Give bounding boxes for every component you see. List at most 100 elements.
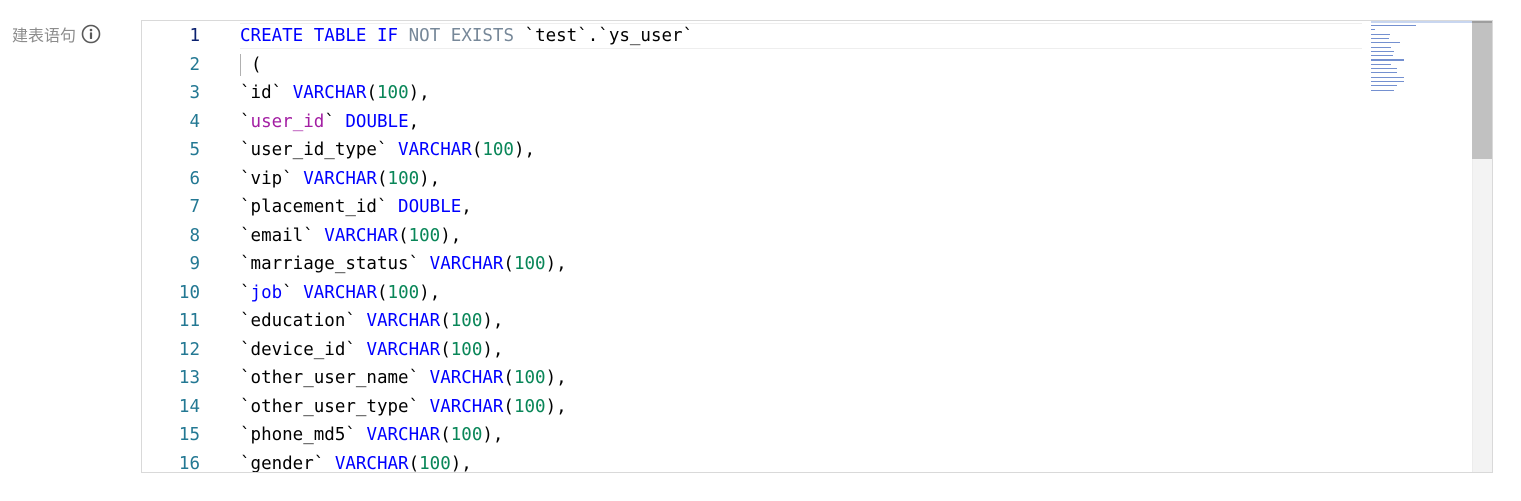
- code-token: ),: [545, 254, 567, 274]
- code-token: (: [440, 339, 451, 360]
- code-token: 100: [513, 368, 546, 388]
- code-line[interactable]: `marriage_status` VARCHAR(100),: [240, 250, 567, 279]
- code-line[interactable]: `device_id` VARCHAR(100),: [240, 336, 503, 365]
- minimap-line: [1371, 42, 1401, 44]
- code-token: ),: [545, 368, 567, 388]
- code-line[interactable]: `user_id` DOUBLE,: [240, 108, 419, 137]
- indent-guide: [240, 53, 241, 76]
- code-token: ),: [450, 453, 472, 473]
- code-line[interactable]: CREATE TABLE IF NOT EXISTS `test`.`ys_us…: [240, 22, 693, 51]
- minimap-line: [1371, 89, 1395, 91]
- minimap-line: [1371, 85, 1398, 87]
- code-token: `email`: [240, 225, 325, 246]
- code-token: `phone_md5`: [240, 425, 367, 445]
- code-token: 100: [482, 140, 514, 160]
- code-token: (: [503, 254, 514, 274]
- code-token: `other_user_type`: [240, 396, 430, 417]
- code-token: 100: [450, 339, 483, 360]
- line-number: 2: [189, 54, 200, 75]
- line-number: 11: [178, 311, 200, 331]
- line-number: 10: [178, 282, 200, 303]
- ddl-field-label: 建表语句: [12, 22, 101, 46]
- code-line[interactable]: `vip` VARCHAR(100),: [240, 165, 440, 194]
- code-line[interactable]: `education` VARCHAR(100),: [240, 307, 503, 336]
- line-number: 5: [189, 140, 200, 160]
- line-number: 9: [189, 254, 200, 274]
- code-token: `: [324, 111, 346, 132]
- minimap-line: [1371, 29, 1375, 31]
- code-token: 100: [513, 254, 546, 274]
- info-circle-icon[interactable]: [81, 24, 101, 44]
- code-token: ),: [440, 225, 462, 246]
- code-token: VARCHAR: [398, 140, 472, 160]
- code-token: CREATE: [240, 26, 304, 46]
- code-line[interactable]: `email` VARCHAR(100),: [240, 222, 461, 251]
- minimap-slider[interactable]: [1371, 21, 1473, 23]
- code-token: (: [376, 168, 388, 189]
- line-number: 4: [189, 111, 200, 132]
- code-token: `user_id_type`: [240, 140, 399, 160]
- code-token: 100: [419, 453, 451, 473]
- code-line[interactable]: `user_id_type` VARCHAR(100),: [240, 136, 535, 165]
- code-token: `test`.`ys_user`: [514, 26, 694, 46]
- code-token: 100: [513, 396, 546, 417]
- sql-code-editor[interactable]: 1 2 3 4 5 6 7 8 9 10 11 12 13 14 15 16 CREATE TABLE IF …: [141, 20, 1493, 473]
- code-token: ),: [408, 83, 430, 103]
- minimap-line: [1371, 25, 1417, 27]
- code-line[interactable]: `placement_id` DOUBLE,: [240, 193, 472, 222]
- minimap-line: [1371, 72, 1398, 74]
- code-token: (: [408, 453, 420, 473]
- line-number: 12: [178, 339, 200, 360]
- code-token: VARCHAR: [429, 254, 504, 274]
- line-number: 14: [178, 396, 200, 417]
- code-token: ),: [419, 168, 441, 189]
- code-text-area[interactable]: CREATE TABLE IF NOT EXISTS `test`.`ys_us…: [240, 21, 1362, 472]
- minimap-line: [1371, 59, 1404, 61]
- code-token: ),: [482, 339, 504, 360]
- code-token: IF: [377, 26, 399, 46]
- code-token: VARCHAR: [334, 453, 409, 473]
- minimap-line: [1371, 80, 1404, 83]
- code-line[interactable]: `other_user_name` VARCHAR(100),: [240, 364, 567, 393]
- code-token: 100: [408, 225, 441, 246]
- code-token: (: [398, 225, 409, 246]
- line-number: 3: [189, 83, 200, 103]
- code-token: `id`: [240, 83, 293, 103]
- code-token: (: [366, 83, 377, 103]
- code-token: VARCHAR: [429, 368, 504, 388]
- code-token: `gender`: [240, 453, 335, 473]
- code-token: VARCHAR: [366, 339, 441, 360]
- code-token: 100: [450, 311, 483, 331]
- scrollbar-thumb[interactable]: [1472, 23, 1492, 159]
- code-token: NOT: [408, 26, 441, 46]
- minimap-line: [1371, 76, 1404, 78]
- code-token: (: [503, 396, 514, 417]
- code-line[interactable]: `id` VARCHAR(100),: [240, 79, 430, 108]
- editor-minimap[interactable]: [1371, 21, 1473, 472]
- minimap-line: [1371, 55, 1394, 57]
- code-token: DOUBLE: [398, 197, 462, 217]
- code-token: `: [240, 111, 251, 132]
- vertical-scrollbar[interactable]: [1472, 21, 1492, 472]
- code-token: (: [377, 282, 388, 303]
- code-token: (: [440, 311, 451, 331]
- code-token: 100: [450, 425, 483, 445]
- code-line[interactable]: `gender` VARCHAR(100),: [240, 450, 472, 473]
- code-line[interactable]: (: [240, 51, 262, 80]
- code-token: (: [440, 425, 451, 445]
- code-token: 100: [387, 168, 420, 189]
- code-line[interactable]: `other_user_type` VARCHAR(100),: [240, 393, 567, 422]
- code-token: ),: [482, 311, 504, 331]
- code-token: ),: [545, 396, 567, 417]
- code-line[interactable]: `job` VARCHAR(100),: [240, 279, 440, 308]
- code-token: VARCHAR: [292, 83, 367, 103]
- ddl-label-text: 建表语句: [12, 26, 77, 45]
- code-token: VARCHAR: [429, 396, 504, 417]
- code-line[interactable]: `phone_md5` VARCHAR(100),: [240, 421, 503, 450]
- code-token: ,: [408, 111, 420, 132]
- code-token: VARCHAR: [303, 282, 377, 303]
- code-token: VARCHAR: [366, 311, 441, 331]
